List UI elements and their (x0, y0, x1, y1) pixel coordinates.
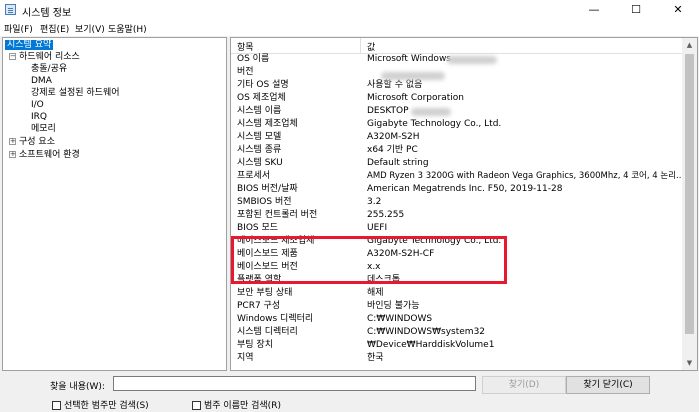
menu-bar: 파일(F) 편집(E) 보기(V) 도움말(H) (0, 20, 699, 36)
search-selected-category-checkbox[interactable]: 선택한 범주만 검색(S) (52, 398, 149, 411)
table-row[interactable]: 시스템 제조업체 Gigabyte Technology Co., Ltd. (231, 118, 683, 131)
table-row[interactable]: Windows 디렉터리 C:₩WINDOWS (231, 313, 683, 326)
list-header: 항목 값 (231, 38, 683, 54)
expand-icon[interactable]: + (9, 151, 16, 158)
find-label: 찾을 내용(W): (50, 382, 105, 392)
checkbox-icon (52, 401, 61, 410)
search-category-names-checkbox[interactable]: 범주 이름만 검색(R) (192, 398, 281, 411)
table-row[interactable]: 시스템 모델 A320M-S2H (231, 131, 683, 144)
checkbox-icon (192, 401, 201, 410)
table-row[interactable]: 보안 부팅 상태 해제 (231, 287, 683, 300)
find-button[interactable]: 찾기(D) (482, 376, 566, 394)
tree-item-conflicts[interactable]: 충돌/공유 (31, 63, 67, 75)
tree-item-io[interactable]: I/O (31, 99, 44, 111)
table-row[interactable]: 부팅 장치 ₩Device₩HarddiskVolume1 (231, 339, 683, 352)
scrollbar-thumb[interactable] (685, 54, 694, 334)
table-row[interactable]: 기타 OS 설명 사용할 수 없음 (231, 79, 683, 92)
find-input[interactable] (113, 376, 476, 391)
table-row[interactable]: SMBIOS 버전 3.2 (231, 196, 683, 209)
table-row[interactable]: 버전 (231, 66, 683, 79)
menu-help[interactable]: 도움말(H) (108, 22, 147, 35)
table-row[interactable]: PCR7 구성 바인딩 불가능 (231, 300, 683, 313)
scroll-down-arrow-icon[interactable]: ▼ (682, 356, 697, 370)
expand-icon[interactable]: + (9, 138, 16, 145)
table-row[interactable]: 프로세서 AMD Ryzen 3 3200G with Radeon Vega G… (231, 170, 684, 183)
maximize-button[interactable]: ☐ (615, 0, 657, 20)
table-row[interactable]: BIOS 모드 UEFI (231, 222, 683, 235)
vertical-scrollbar[interactable]: ▲ ▼ (682, 38, 697, 370)
minimize-button[interactable]: — (573, 0, 615, 20)
table-row[interactable]: 시스템 디렉터리 C:₩WINDOWS₩system32 (231, 326, 683, 339)
table-row[interactable]: 시스템 종류 x64 기반 PC (231, 144, 683, 157)
column-divider[interactable] (360, 38, 361, 53)
table-row[interactable]: OS 제조업체 Microsoft Corporation (231, 92, 683, 105)
tree-item-components[interactable]: + 구성 요소 (9, 136, 55, 148)
system-info-icon (5, 4, 16, 15)
tree-item-software-environment[interactable]: + 소프트웨어 환경 (9, 149, 80, 161)
column-header-item[interactable]: 항목 (237, 40, 254, 53)
column-header-value[interactable]: 값 (367, 40, 375, 53)
tree-item-dma[interactable]: DMA (31, 75, 52, 87)
title-bar: 시스템 정보 — ☐ ✕ (0, 0, 699, 20)
tree-item-forced-hardware[interactable]: 강제로 설정된 하드웨어 (31, 87, 120, 99)
table-row[interactable]: 포함된 컨트롤러 버전 255.255 (231, 209, 683, 222)
menu-file[interactable]: 파일(F) (4, 22, 33, 35)
annotation-highlight-box (231, 236, 507, 284)
tree-item-irq[interactable]: IRQ (31, 111, 47, 123)
window-title: 시스템 정보 (22, 8, 72, 19)
find-bar: 찾을 내용(W): 찾기(D) 찾기 닫기(C) 선택한 범주만 검색(S) 범… (0, 372, 699, 412)
collapse-icon[interactable]: − (9, 53, 16, 60)
table-row[interactable]: BIOS 버전/날짜 American Megatrends Inc. F50, … (231, 183, 683, 196)
tree-item-memory[interactable]: 메모리 (31, 123, 56, 135)
close-find-button[interactable]: 찾기 닫기(C) (566, 376, 650, 394)
tree-item-system-summary[interactable]: 시스템 요약 (5, 39, 54, 51)
redacted-system-name (411, 108, 451, 116)
table-row[interactable]: 시스템 이름 DESKTOP (231, 105, 683, 118)
redacted-os-edition (447, 56, 497, 64)
tree-item-hardware-resources[interactable]: − 하드웨어 리소스 (9, 51, 80, 63)
close-button[interactable]: ✕ (657, 0, 699, 20)
scroll-up-arrow-icon[interactable]: ▲ (682, 38, 697, 52)
menu-edit[interactable]: 편집(E) (40, 22, 69, 35)
redacted-version (381, 72, 445, 80)
table-row[interactable]: 지역 한국 (231, 352, 683, 365)
menu-view[interactable]: 보기(V) (75, 22, 105, 35)
details-list[interactable]: 항목 값 OS 이름 Microsoft Windows 버전 기타 OS 설명 사… (230, 37, 698, 371)
category-tree[interactable]: 시스템 요약 − 하드웨어 리소스 충돌/공유 DMA 강제로 설정된 하드웨어 … (2, 37, 227, 371)
table-row[interactable]: 시스템 SKU Default string (231, 157, 683, 170)
